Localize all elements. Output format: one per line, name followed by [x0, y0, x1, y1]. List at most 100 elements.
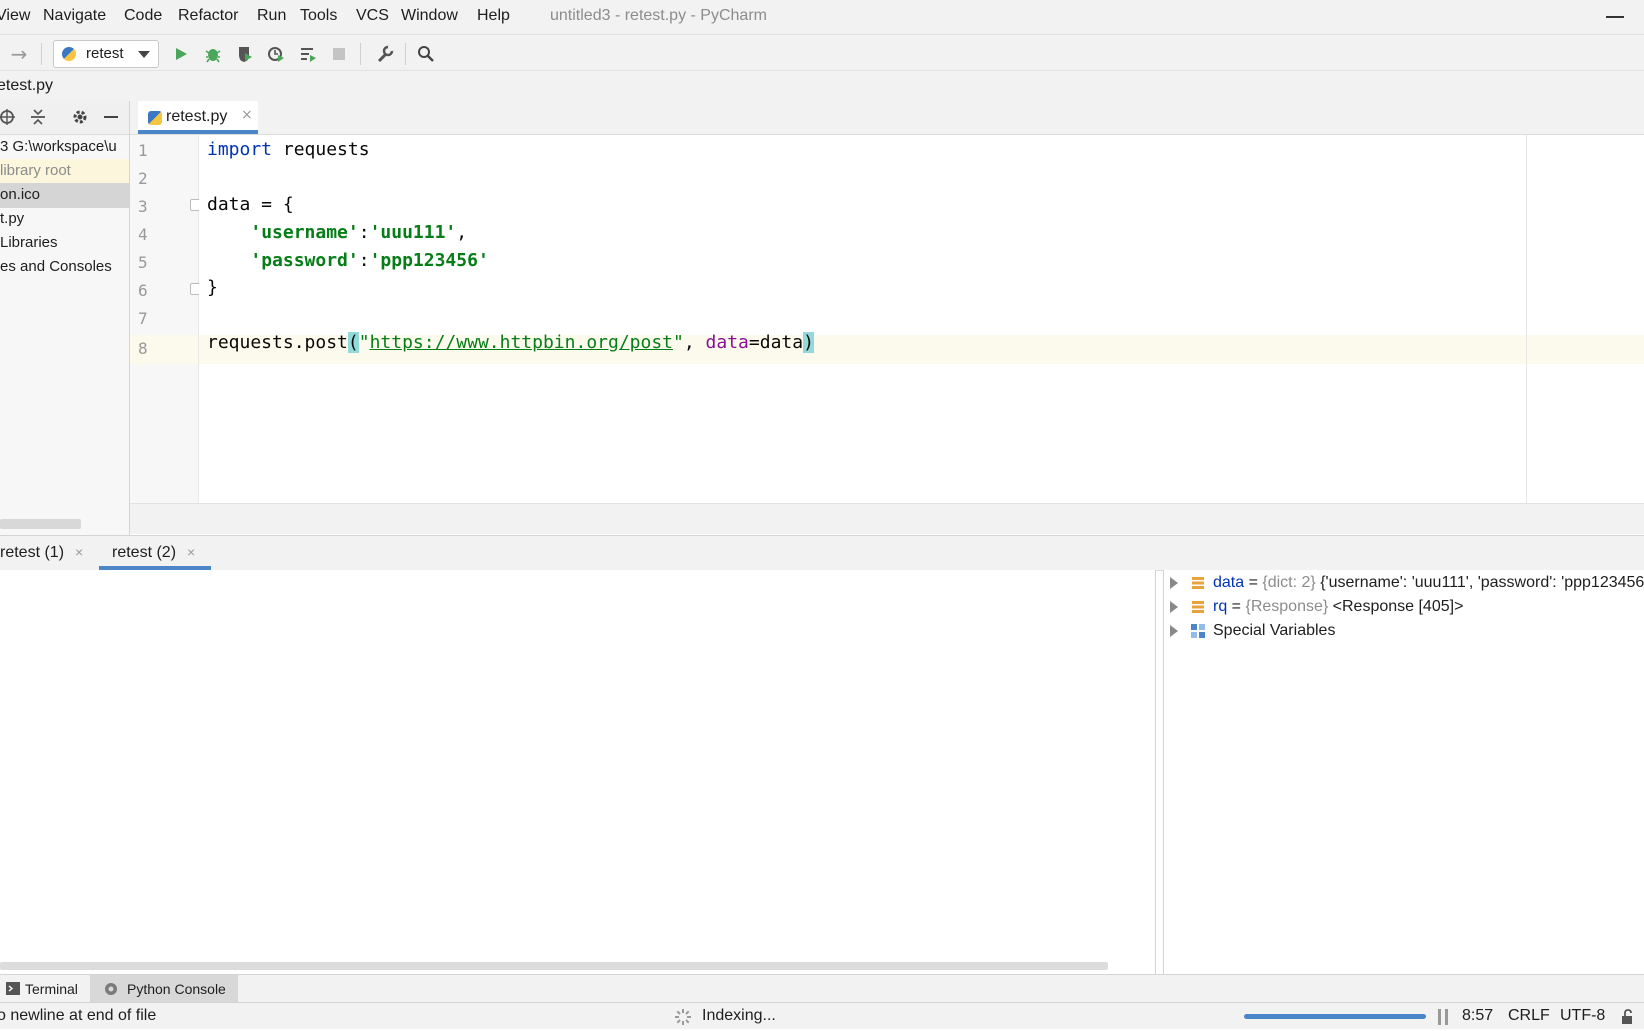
terminal-tab[interactable]: Terminal: [0, 975, 88, 1003]
status-message: o newline at end of file: [0, 1007, 157, 1024]
python-console-tab[interactable]: Python Console: [90, 975, 238, 1003]
variable-value: <Response [405]>: [1328, 598, 1464, 615]
variable-equals: =: [1244, 574, 1263, 591]
menu-code[interactable]: Code: [124, 7, 162, 25]
tree-item-py-file[interactable]: t.py: [0, 207, 129, 232]
keyword-import: import: [207, 139, 273, 160]
menu-tools[interactable]: Tools: [300, 7, 337, 25]
tab-active-indicator: [138, 130, 258, 134]
special-variables-icon: [1191, 624, 1205, 638]
string-quote: ": [358, 332, 370, 353]
code-line-6: }: [207, 277, 218, 298]
string-quote: ": [673, 332, 684, 353]
concurrency-icon[interactable]: [297, 43, 319, 65]
code-text: }: [207, 277, 218, 298]
run-configuration-select[interactable]: retest: [53, 40, 159, 68]
expand-arrow-icon[interactable]: [1170, 625, 1178, 637]
expand-arrow-icon[interactable]: [1170, 577, 1178, 589]
code-line-5: 'password':'ppp123456': [207, 250, 488, 271]
tree-item-icon-file[interactable]: on.ico: [0, 183, 129, 208]
tab-retest-1[interactable]: retest (1) ×: [0, 536, 95, 570]
menu-run[interactable]: Run: [257, 7, 286, 25]
menu-window[interactable]: Window: [401, 7, 458, 25]
wrench-icon[interactable]: [374, 43, 396, 65]
collapse-all-icon[interactable]: [27, 106, 49, 128]
toolbar: → retest: [0, 34, 1644, 71]
minimize-button[interactable]: [1606, 16, 1624, 18]
variables-panel: data = {dict: 2} {'username': 'uuu111', …: [1163, 570, 1644, 974]
string-literal: 'username': [250, 222, 359, 243]
lock-icon[interactable]: [1620, 1009, 1636, 1030]
search-icon[interactable]: [415, 43, 437, 65]
tab-retest-py[interactable]: retest.py ×: [138, 101, 258, 134]
menu-refactor[interactable]: Refactor: [178, 7, 238, 25]
coverage-icon[interactable]: [234, 43, 256, 65]
code-text: :: [358, 222, 370, 243]
stop-icon[interactable]: [328, 43, 350, 65]
line-number: 7: [138, 309, 148, 328]
run-configuration-label: retest: [86, 45, 124, 62]
python-console-icon: [104, 982, 118, 999]
terminal-icon: [6, 982, 20, 998]
variable-type: {Response}: [1245, 598, 1329, 615]
pause-icon[interactable]: [1438, 1009, 1448, 1025]
menu-vcs[interactable]: VCS: [356, 7, 389, 25]
project-panel-header: [0, 101, 129, 135]
tab-retest-2[interactable]: retest (2) ×: [99, 536, 211, 570]
python-console-output[interactable]: [0, 570, 1156, 974]
code-text: :: [358, 250, 370, 271]
line-number: 3: [138, 197, 148, 216]
line-separator[interactable]: CRLF: [1508, 1007, 1550, 1025]
tree-item-label: 3 G:\workspace\u: [0, 138, 117, 155]
profile-icon[interactable]: [265, 43, 287, 65]
gear-icon[interactable]: [69, 106, 91, 128]
console-horizontal-scrollbar[interactable]: [0, 962, 1108, 970]
variable-icon: [1191, 576, 1205, 590]
caret-position[interactable]: 8:57: [1462, 1007, 1493, 1025]
forward-arrow-icon[interactable]: →: [8, 42, 30, 66]
terminal-tab-label: Terminal: [25, 981, 78, 997]
variable-text: rq = {Response} <Response [405]>: [1213, 598, 1463, 616]
line-number: 4: [138, 225, 148, 244]
project-horizontal-scrollbar[interactable]: [0, 519, 81, 529]
variable-name: data: [1213, 574, 1245, 591]
menu-help[interactable]: Help: [477, 7, 510, 25]
close-icon[interactable]: ×: [75, 544, 83, 560]
python-console-tab-label: Python Console: [127, 981, 226, 997]
python-file-icon: [148, 111, 162, 125]
run-icon[interactable]: [170, 43, 192, 65]
close-icon[interactable]: ×: [241, 107, 253, 123]
variable-row-rq[interactable]: rq = {Response} <Response [405]>: [1164, 596, 1644, 620]
matched-paren: (: [347, 332, 359, 353]
tree-item-external-libraries[interactable]: Libraries: [0, 231, 129, 256]
close-icon[interactable]: ×: [187, 544, 195, 560]
menu-view[interactable]: View: [0, 7, 30, 25]
tree-item-library-root[interactable]: library root: [0, 159, 129, 184]
code-text: requests.post: [207, 332, 348, 353]
variable-row-special[interactable]: Special Variables: [1164, 620, 1644, 644]
breadcrumb-file[interactable]: etest.py: [0, 77, 53, 95]
code-line-3: data = {: [207, 194, 294, 215]
line-number: 2: [138, 169, 148, 188]
variable-equals: =: [1227, 598, 1246, 615]
tree-item-scratches[interactable]: es and Consoles: [0, 255, 129, 280]
python-icon: [62, 47, 76, 61]
debug-icon[interactable]: [202, 43, 224, 65]
variable-row-data[interactable]: data = {dict: 2} {'username': 'uuu111', …: [1164, 572, 1644, 596]
variable-text: data = {dict: 2} {'username': 'uuu111', …: [1213, 574, 1644, 592]
menu-navigate[interactable]: Navigate: [43, 7, 106, 25]
code-editor[interactable]: import requests data = { 'username':'uuu…: [199, 135, 1644, 503]
locate-icon[interactable]: [0, 106, 18, 128]
keyword-argument: data: [705, 332, 749, 353]
indexing-progress-bar: [1244, 1014, 1426, 1019]
expand-arrow-icon[interactable]: [1170, 601, 1178, 613]
url-link[interactable]: https://www.httpbin.org/post: [370, 332, 673, 353]
window-title: untitled3 - retest.py - PyCharm: [550, 7, 767, 24]
file-encoding[interactable]: UTF-8: [1560, 1007, 1605, 1025]
tree-item-label: Libraries: [0, 234, 58, 251]
hide-panel-icon[interactable]: [100, 106, 122, 128]
tree-item-root[interactable]: 3 G:\workspace\u: [0, 135, 129, 160]
indexing-status[interactable]: Indexing...: [702, 1007, 776, 1025]
breadcrumb: etest.py: [0, 70, 1644, 102]
